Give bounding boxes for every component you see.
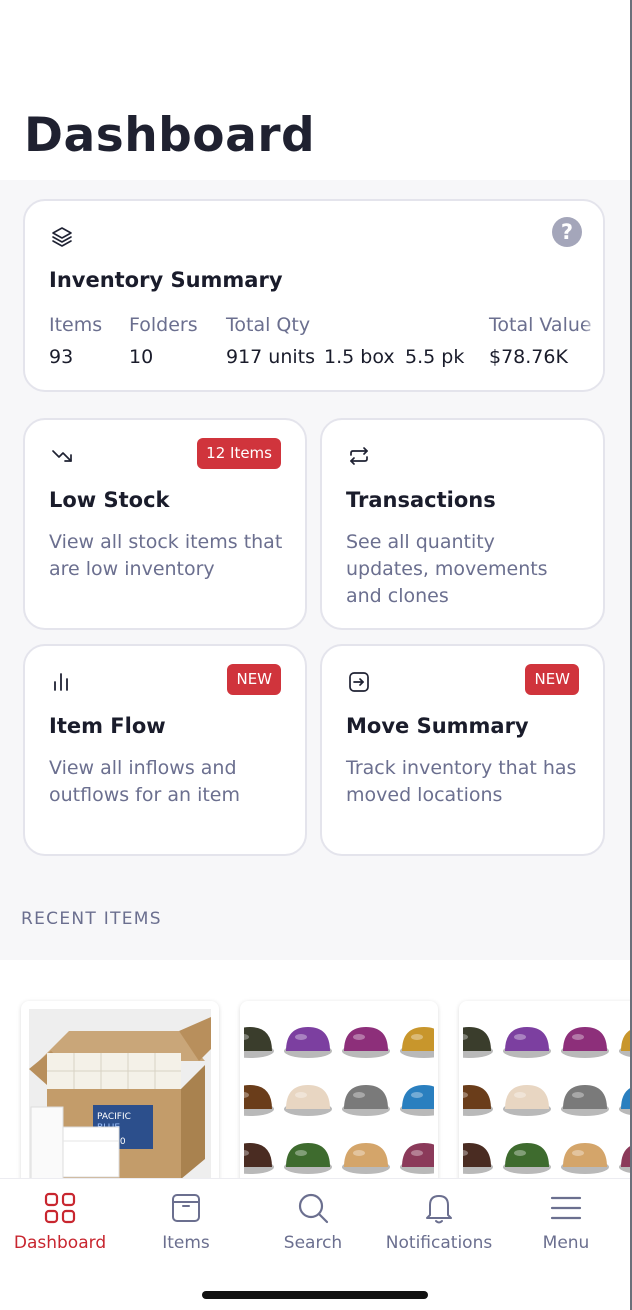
item-flow-card[interactable]: NEW Item Flow View all inflows and outfl… <box>23 644 307 856</box>
recent-item-card[interactable] <box>240 1001 438 1180</box>
capsule-highlight <box>514 1150 526 1156</box>
stat-total-value-value: $78.76K <box>489 346 568 368</box>
low-stock-card[interactable]: 12 Items Low Stock View all stock items … <box>23 418 307 630</box>
capsule-highlight <box>295 1092 307 1098</box>
capsule-highlight <box>572 1034 584 1040</box>
capsule-dome <box>286 1085 330 1109</box>
capsule-dome <box>621 1030 630 1051</box>
capsule-dome <box>286 1027 330 1051</box>
capsule-dome <box>463 1027 491 1051</box>
capsule-highlight <box>514 1034 526 1040</box>
bar-chart-icon <box>50 670 74 694</box>
capsule-highlight <box>353 1150 365 1156</box>
tab-items-label: Items <box>162 1233 210 1253</box>
capsule-dome <box>244 1143 272 1167</box>
capsule-highlight <box>411 1150 423 1156</box>
tab-dashboard-label: Dashboard <box>13 1233 107 1253</box>
swap-arrows-icon <box>347 444 371 468</box>
coffee-capsules-image <box>463 1009 630 1180</box>
move-box-icon <box>347 670 371 694</box>
capsule-dome <box>244 1027 272 1051</box>
transactions-card[interactable]: Transactions See all quantity updates, m… <box>320 418 605 630</box>
capsule-dome <box>563 1085 607 1109</box>
stat-total-value-label: Total Value <box>489 314 592 336</box>
recent-items-heading: RECENT ITEMS <box>21 909 162 929</box>
app: Dashboard ? Inventory Summary Items 93 F… <box>0 0 632 1310</box>
capsule-highlight <box>572 1092 584 1098</box>
paper-towel-box-image: PACIFIC BLUE 21000 <box>29 1009 211 1180</box>
capsule-highlight <box>295 1150 307 1156</box>
capsule-dome <box>244 1085 272 1109</box>
menu-icon <box>549 1191 583 1225</box>
tab-menu-label: Menu <box>542 1233 590 1253</box>
capsule-dome <box>621 1146 630 1167</box>
recent-items-strip[interactable]: PACIFIC BLUE 21000 <box>0 960 630 1180</box>
tab-search[interactable]: Search <box>250 1191 376 1253</box>
tab-items[interactable]: Items <box>123 1191 249 1253</box>
stat-total-qty-units: 917 units <box>226 346 316 368</box>
tab-notifications[interactable]: Notifications <box>376 1191 502 1253</box>
capsule-dome <box>463 1143 491 1167</box>
item-flow-description: View all inflows and outflows for an ite… <box>49 757 241 806</box>
capsule-highlight <box>514 1092 526 1098</box>
transactions-title: Transactions <box>346 488 496 512</box>
capsule-dome <box>505 1027 549 1051</box>
capsule-dome <box>286 1143 330 1167</box>
stat-total-qty-pk: 5.5 pk <box>405 346 465 368</box>
low-stock-count-badge: 12 Items <box>197 438 281 469</box>
recent-item-card[interactable] <box>459 1001 630 1180</box>
capsule-dome <box>344 1085 388 1109</box>
page-header: Dashboard <box>0 0 630 180</box>
move-summary-description: Track inventory that has moved locations <box>346 757 577 806</box>
stat-items-value: 93 <box>49 346 74 368</box>
stats-scroll-fade <box>583 201 603 390</box>
inventory-summary-card[interactable]: ? Inventory Summary Items 93 Folders 10 … <box>23 199 605 392</box>
move-summary-new-badge: NEW <box>525 664 579 695</box>
stat-folders-label: Folders <box>129 314 198 336</box>
capsule-dome <box>463 1085 491 1109</box>
dashboard-icon <box>43 1191 77 1225</box>
capsule-dome <box>563 1027 607 1051</box>
home-indicator <box>202 1291 428 1299</box>
bell-icon <box>422 1191 456 1225</box>
stat-total-qty-label: Total Qty <box>226 314 311 336</box>
search-icon <box>296 1191 330 1225</box>
inventory-summary-title: Inventory Summary <box>49 268 283 292</box>
capsule-highlight <box>295 1034 307 1040</box>
capsule-highlight <box>353 1034 365 1040</box>
low-stock-description: View all stock items that are low invent… <box>49 531 283 580</box>
move-summary-title: Move Summary <box>346 714 529 738</box>
capsule-highlight <box>353 1092 365 1098</box>
stat-total-qty-box: 1.5 box <box>324 346 395 368</box>
layers-icon <box>50 225 74 249</box>
stat-items-label: Items <box>49 314 103 336</box>
tab-menu[interactable]: Menu <box>503 1191 629 1253</box>
tab-search-label: Search <box>283 1233 343 1253</box>
capsule-highlight <box>411 1092 423 1098</box>
items-icon <box>169 1191 203 1225</box>
item-flow-new-badge: NEW <box>227 664 281 695</box>
tab-notifications-label: Notifications <box>385 1233 493 1253</box>
stat-folders-value: 10 <box>129 346 154 368</box>
help-icon[interactable]: ? <box>552 217 582 247</box>
capsule-dome <box>344 1027 388 1051</box>
capsule-highlight <box>411 1034 423 1040</box>
recent-item-card[interactable]: PACIFIC BLUE 21000 <box>21 1001 219 1180</box>
box-brand-line1: PACIFIC <box>97 1112 131 1122</box>
trend-down-icon <box>50 444 74 468</box>
capsule-dome <box>563 1143 607 1167</box>
move-summary-card[interactable]: NEW Move Summary Track inventory that ha… <box>320 644 605 856</box>
capsule-highlight <box>572 1150 584 1156</box>
capsule-dome <box>621 1088 630 1109</box>
low-stock-title: Low Stock <box>49 488 170 512</box>
capsule-dome <box>505 1085 549 1109</box>
capsule-dome <box>505 1143 549 1167</box>
capsule-dome <box>344 1143 388 1167</box>
item-flow-title: Item Flow <box>49 714 166 738</box>
tab-dashboard[interactable]: Dashboard <box>0 1191 123 1253</box>
coffee-capsules-image <box>244 1009 434 1180</box>
page-title: Dashboard <box>24 108 316 163</box>
transactions-description: See all quantity updates, movements and … <box>346 531 548 607</box>
